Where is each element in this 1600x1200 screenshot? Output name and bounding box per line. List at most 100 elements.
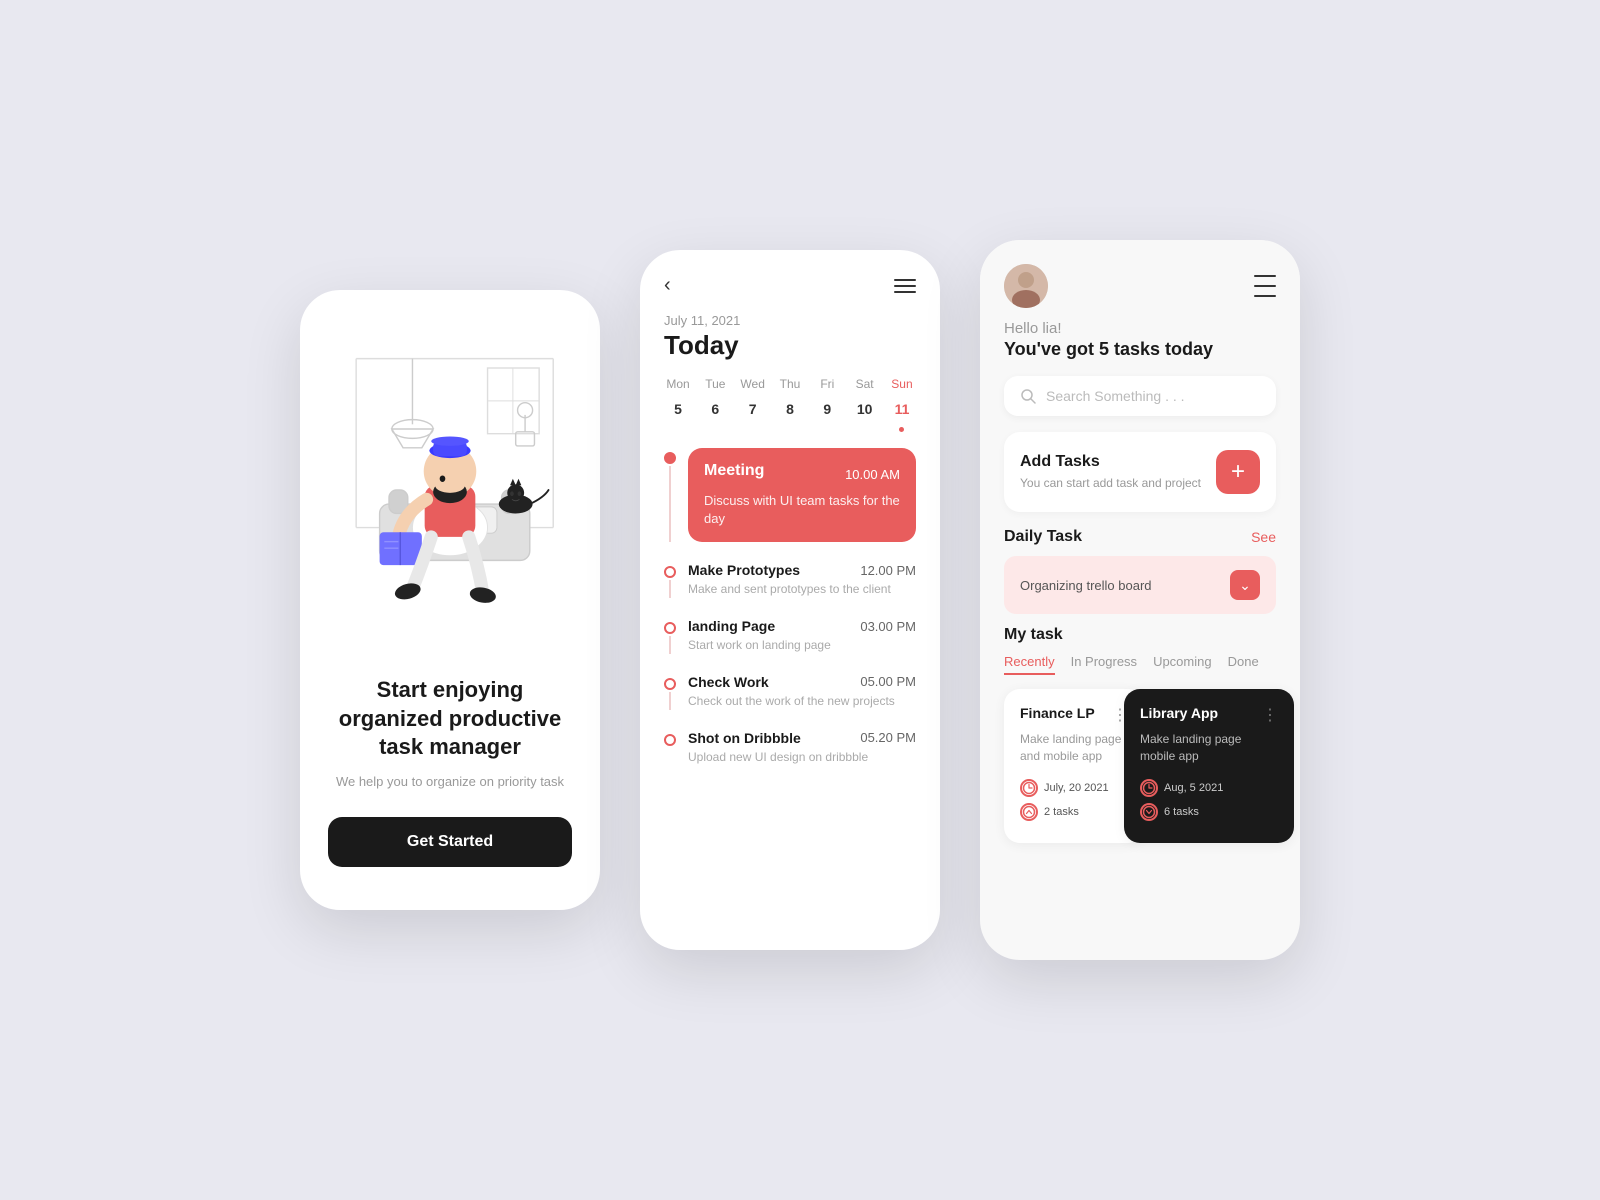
tab-done[interactable]: Done <box>1228 654 1259 675</box>
day-num-fri: 9 <box>813 395 841 423</box>
library-clock-icon <box>1140 779 1158 797</box>
taskmanager-header <box>980 240 1300 320</box>
library-date: Aug, 5 2021 <box>1164 782 1223 794</box>
onboarding-subtitle: We help you to organize on priority task <box>336 774 564 789</box>
week-strip: Mon 5 Tue 6 Wed 7 Thu 8 Fri 9 Sat 10 <box>640 377 940 448</box>
add-task-button[interactable]: + <box>1216 450 1260 494</box>
add-tasks-info: Add Tasks You can start add task and pro… <box>1020 453 1201 492</box>
greeting: Hello lia! You've got 5 tasks today <box>980 320 1300 376</box>
timeline-line-landing <box>669 636 671 654</box>
timeline-line-meeting <box>669 466 671 542</box>
day-name-sun: Sun <box>891 377 912 391</box>
daily-task-name: Organizing trello board <box>1020 578 1152 593</box>
task-tabs: Recently In Progress Upcoming Done <box>1004 654 1276 675</box>
checkwork-content[interactable]: Check Work 05.00 PM Check out the work o… <box>688 674 916 710</box>
meeting-card[interactable]: Meeting 10.00 AM Discuss with UI team ta… <box>688 448 916 542</box>
daily-task-item[interactable]: Organizing trello board ⌄ <box>1004 556 1276 614</box>
day-num-tue: 6 <box>701 395 729 423</box>
timeline-line-prototypes <box>669 580 671 598</box>
day-wed[interactable]: Wed 7 <box>739 377 767 432</box>
dot-checkwork <box>664 678 676 690</box>
day-tue[interactable]: Tue 6 <box>701 377 729 432</box>
menu-icon[interactable] <box>894 279 916 293</box>
meeting-time: 10.00 AM <box>845 467 900 482</box>
chevron-down-icon[interactable]: ⌄ <box>1230 570 1260 600</box>
finance-tasks-icon <box>1020 803 1038 821</box>
add-tasks-desc: You can start add task and project <box>1020 475 1201 492</box>
user-avatar[interactable] <box>1004 264 1048 308</box>
landing-desc: Start work on landing page <box>688 637 916 654</box>
add-tasks-card: Add Tasks You can start add task and pro… <box>1004 432 1276 512</box>
see-link[interactable]: See <box>1251 529 1276 545</box>
menu-line-5 <box>1254 285 1276 287</box>
search-bar[interactable]: Search Something . . . <box>1004 376 1276 416</box>
phones-container: Start enjoying organized productive task… <box>300 240 1300 960</box>
library-tasks-icon <box>1140 803 1158 821</box>
timeline: Meeting 10.00 AM Discuss with UI team ta… <box>640 448 940 950</box>
day-fri[interactable]: Fri 9 <box>813 377 841 432</box>
landing-title: landing Page <box>688 618 775 634</box>
day-sat[interactable]: Sat 10 <box>851 377 879 432</box>
day-num-thu: 8 <box>776 395 804 423</box>
add-tasks-title: Add Tasks <box>1020 453 1201 471</box>
calendar-header: ‹ <box>640 250 940 309</box>
task-card-finance[interactable]: Finance LP ⋮ Make landing page and mobil… <box>1004 689 1144 843</box>
timeline-line-checkwork <box>669 692 671 710</box>
checkwork-time: 05.00 PM <box>860 674 916 689</box>
day-thu[interactable]: Thu 8 <box>776 377 804 432</box>
timeline-dot-checkwork <box>664 674 676 710</box>
day-name-tue: Tue <box>705 377 725 391</box>
tab-inprogress[interactable]: In Progress <box>1071 654 1137 675</box>
meeting-title: Meeting <box>704 462 764 480</box>
back-icon[interactable]: ‹ <box>664 274 671 297</box>
day-num-wed: 7 <box>739 395 767 423</box>
prototypes-content[interactable]: Make Prototypes 12.00 PM Make and sent p… <box>688 562 916 598</box>
date-small: July 11, 2021 <box>664 313 916 328</box>
dribbble-content[interactable]: Shot on Dribbble 05.20 PM Upload new UI … <box>688 730 916 766</box>
timeline-item-landing: landing Page 03.00 PM Start work on land… <box>664 618 916 654</box>
dot-dribbble <box>664 734 676 746</box>
menu-line-4 <box>1254 275 1276 277</box>
day-num-sat: 10 <box>851 395 879 423</box>
finance-date-meta: July, 20 2021 <box>1020 779 1128 797</box>
taskmanager-menu-icon[interactable] <box>1254 275 1276 297</box>
tab-recently[interactable]: Recently <box>1004 654 1055 675</box>
finance-title: Finance LP <box>1020 705 1095 721</box>
finance-card-header: Finance LP ⋮ <box>1020 705 1128 725</box>
menu-line-1 <box>894 279 916 281</box>
library-tasks-count: 6 tasks <box>1164 806 1199 818</box>
daily-task-header: Daily Task See <box>1004 528 1276 546</box>
day-mon[interactable]: Mon 5 <box>664 377 692 432</box>
timeline-item-prototypes: Make Prototypes 12.00 PM Make and sent p… <box>664 562 916 598</box>
finance-desc: Make landing page and mobile app <box>1020 731 1128 765</box>
dot-landing <box>664 622 676 634</box>
dribbble-time: 05.20 PM <box>860 730 916 745</box>
onboarding-tagline: Start enjoying organized productive task… <box>328 676 572 762</box>
checkwork-title: Check Work <box>688 674 769 690</box>
landing-content[interactable]: landing Page 03.00 PM Start work on land… <box>688 618 916 654</box>
prototypes-time: 12.00 PM <box>860 563 916 578</box>
finance-clock-icon <box>1020 779 1038 797</box>
library-card-header: Library App ⋮ <box>1140 705 1278 725</box>
day-sun[interactable]: Sun 11 <box>888 377 916 432</box>
phone-onboarding: Start enjoying organized productive task… <box>300 290 600 910</box>
timeline-dot-landing <box>664 618 676 654</box>
library-title: Library App <box>1140 705 1218 721</box>
checkwork-desc: Check out the work of the new projects <box>688 693 916 710</box>
daily-task-title: Daily Task <box>1004 528 1082 546</box>
day-name-thu: Thu <box>780 377 801 391</box>
library-desc: Make landing page mobile app <box>1140 731 1278 765</box>
dot-meeting <box>664 452 676 464</box>
search-icon <box>1020 388 1036 404</box>
meeting-content: Meeting 10.00 AM Discuss with UI team ta… <box>688 448 916 542</box>
finance-date: July, 20 2021 <box>1044 782 1109 794</box>
tab-upcoming[interactable]: Upcoming <box>1153 654 1212 675</box>
task-card-library[interactable]: Library App ⋮ Make landing page mobile a… <box>1124 689 1294 843</box>
timeline-item-checkwork: Check Work 05.00 PM Check out the work o… <box>664 674 916 710</box>
library-three-dots[interactable]: ⋮ <box>1262 705 1278 725</box>
get-started-button[interactable]: Get Started <box>328 817 572 867</box>
finance-tasks-count: 2 tasks <box>1044 806 1079 818</box>
menu-line-3 <box>894 291 916 293</box>
day-name-mon: Mon <box>666 377 689 391</box>
day-name-sat: Sat <box>856 377 874 391</box>
